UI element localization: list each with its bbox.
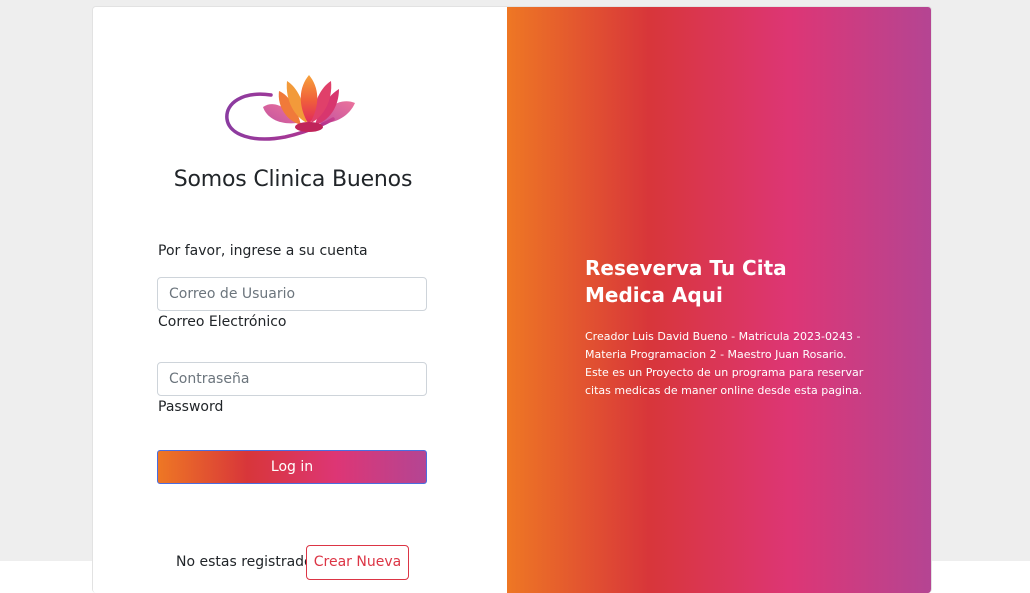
lotus-logo-icon bbox=[225, 75, 355, 141]
login-prompt: Por favor, ingrese a su cuenta bbox=[158, 243, 368, 259]
password-label: Password bbox=[158, 399, 224, 415]
password-input[interactable] bbox=[157, 362, 427, 396]
hero-description: Creador Luis David Bueno - Matricula 202… bbox=[585, 330, 864, 397]
hero-panel: Reseverva Tu Cita Medica Aqui Creador Lu… bbox=[507, 7, 931, 593]
create-account-button[interactable]: Crear Nueva bbox=[306, 545, 409, 580]
login-button[interactable]: Log in bbox=[157, 450, 427, 484]
email-label: Correo Electrónico bbox=[158, 314, 287, 330]
login-form-pane: Somos Clinica Buenos Por favor, ingrese … bbox=[93, 7, 507, 593]
brand-title: Somos Clinica Buenos bbox=[173, 167, 413, 192]
login-card: Somos Clinica Buenos Por favor, ingrese … bbox=[92, 6, 932, 593]
register-question: No estas registrado? bbox=[176, 554, 321, 570]
email-input[interactable] bbox=[157, 277, 427, 311]
hero-title: Reseverva Tu Cita Medica Aqui bbox=[585, 256, 787, 307]
